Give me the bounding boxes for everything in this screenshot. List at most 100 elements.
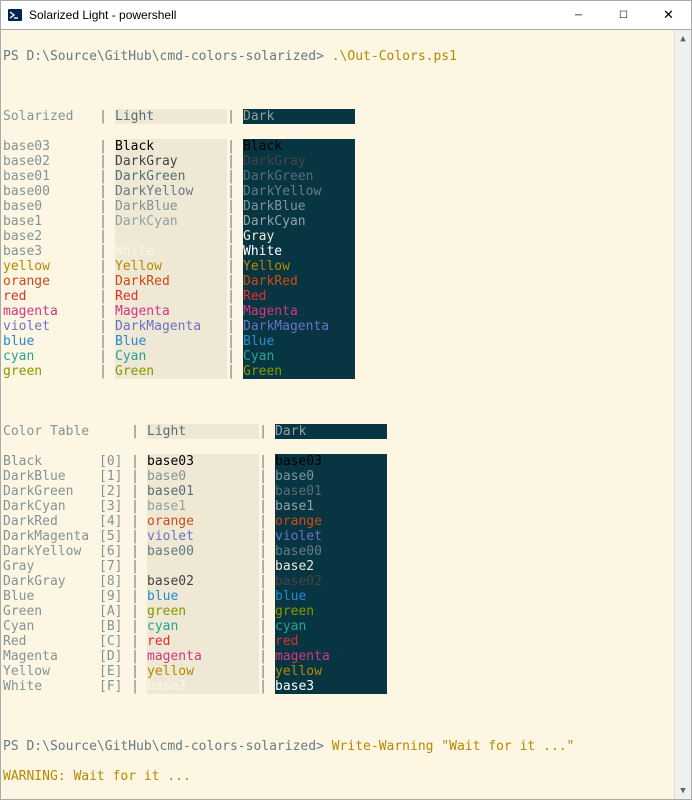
- color-name: magenta: [3, 304, 99, 319]
- color-table-row: Yellow[E]| yellow| yellow: [3, 664, 672, 679]
- dark-color: Green: [243, 364, 355, 379]
- header-solarized: Solarized: [3, 109, 99, 124]
- color-row: base0| DarkBlue| DarkBlue: [3, 199, 672, 214]
- color-name: DarkMagenta: [3, 529, 99, 544]
- color-table-row: Magenta[D]| magenta| magenta: [3, 649, 672, 664]
- dark-base: base1: [275, 499, 387, 514]
- color-name: base0: [3, 199, 99, 214]
- color-name: cyan: [3, 349, 99, 364]
- color-row: yellow| Yellow| Yellow: [3, 259, 672, 274]
- color-name: base01: [3, 169, 99, 184]
- color-name: Red: [3, 634, 99, 649]
- color-name: DarkYellow: [3, 544, 99, 559]
- powershell-icon: [7, 7, 23, 23]
- dark-base: red: [275, 634, 387, 649]
- warning-output: WARNING: Wait for it ...: [3, 769, 672, 784]
- color-row: base02| DarkGray| DarkGray: [3, 154, 672, 169]
- light-color: DarkCyan: [115, 214, 227, 229]
- dark-color: DarkGreen: [243, 169, 355, 184]
- color-row: blue| Blue| Blue: [3, 334, 672, 349]
- color-row: violet| DarkMagenta| DarkMagenta: [3, 319, 672, 334]
- terminal-output[interactable]: PS D:\Source\GitHub\cmd-colors-solarized…: [1, 30, 674, 799]
- dark-base: base01: [275, 484, 387, 499]
- color-name: Gray: [3, 559, 99, 574]
- light-color: Cyan: [115, 349, 227, 364]
- color-index: [E]: [99, 664, 131, 679]
- color-name: yellow: [3, 259, 99, 274]
- prompt: PS D:\Source\GitHub\cmd-colors-solarized…: [3, 49, 332, 64]
- header-dark: Dark: [243, 109, 355, 124]
- dark-color: DarkRed: [243, 274, 355, 289]
- dark-base: base3: [275, 679, 387, 694]
- color-name: Cyan: [3, 619, 99, 634]
- header-light: Light: [115, 109, 227, 124]
- color-table-row: DarkGreen[2]| base01| base01: [3, 484, 672, 499]
- dark-color: DarkBlue: [243, 199, 355, 214]
- scroll-track[interactable]: [675, 47, 691, 782]
- color-row: orange| DarkRed| DarkRed: [3, 274, 672, 289]
- light-color: Gray: [115, 229, 227, 244]
- light-base: yellow: [147, 664, 259, 679]
- dark-base: magenta: [275, 649, 387, 664]
- color-name: violet: [3, 319, 99, 334]
- color-index: [9]: [99, 589, 131, 604]
- color-table-row: DarkBlue[1]| base0| base0: [3, 469, 672, 484]
- light-color: Yellow: [115, 259, 227, 274]
- light-color: White: [115, 244, 227, 259]
- dark-color: Black: [243, 139, 355, 154]
- color-index: [F]: [99, 679, 131, 694]
- dark-base: green: [275, 604, 387, 619]
- color-row: base3| White| White: [3, 244, 672, 259]
- light-base: base2: [147, 559, 259, 574]
- light-base: orange: [147, 514, 259, 529]
- color-row: green| Green| Green: [3, 364, 672, 379]
- color-index: [D]: [99, 649, 131, 664]
- color-table-row: White[F]| base3| base3: [3, 679, 672, 694]
- light-color: DarkGreen: [115, 169, 227, 184]
- light-base: red: [147, 634, 259, 649]
- maximize-button[interactable]: ☐: [601, 1, 646, 30]
- dark-color: DarkYellow: [243, 184, 355, 199]
- color-name: green: [3, 364, 99, 379]
- color-name: base02: [3, 154, 99, 169]
- color-row: base03| Black| Black: [3, 139, 672, 154]
- window-titlebar[interactable]: Solarized Light - powershell ─ ☐ ✕: [0, 0, 692, 30]
- close-button[interactable]: ✕: [646, 1, 691, 30]
- dark-base: yellow: [275, 664, 387, 679]
- light-color: Blue: [115, 334, 227, 349]
- light-base: base00: [147, 544, 259, 559]
- color-name: DarkCyan: [3, 499, 99, 514]
- light-color: Green: [115, 364, 227, 379]
- color-table-row: DarkYellow[6]| base00| base00: [3, 544, 672, 559]
- color-index: [A]: [99, 604, 131, 619]
- color-row: base00| DarkYellow| DarkYellow: [3, 184, 672, 199]
- color-row: base2| Gray| Gray: [3, 229, 672, 244]
- light-base: base1: [147, 499, 259, 514]
- light-color: Red: [115, 289, 227, 304]
- dark-color: Gray: [243, 229, 355, 244]
- color-name: Black: [3, 454, 99, 469]
- light-color: Magenta: [115, 304, 227, 319]
- color-name: DarkRed: [3, 514, 99, 529]
- color-name: base1: [3, 214, 99, 229]
- minimize-button[interactable]: ─: [556, 1, 601, 30]
- color-name: DarkGray: [3, 574, 99, 589]
- color-row: red| Red| Red: [3, 289, 672, 304]
- light-color: DarkMagenta: [115, 319, 227, 334]
- color-table-row: DarkMagenta[5]| violet| violet: [3, 529, 672, 544]
- light-base: base03: [147, 454, 259, 469]
- color-table-row: Cyan[B]| cyan| cyan: [3, 619, 672, 634]
- light-base: cyan: [147, 619, 259, 634]
- color-row: base1| DarkCyan| DarkCyan: [3, 214, 672, 229]
- dark-base: base03: [275, 454, 387, 469]
- vertical-scrollbar[interactable]: ▲ ▼: [674, 30, 691, 799]
- color-index: [6]: [99, 544, 131, 559]
- light-base: blue: [147, 589, 259, 604]
- header-color-table: Color Table: [3, 424, 99, 439]
- color-name: blue: [3, 334, 99, 349]
- color-name: DarkGreen: [3, 484, 99, 499]
- color-name: base03: [3, 139, 99, 154]
- scroll-up-arrow[interactable]: ▲: [675, 30, 691, 47]
- color-index: [C]: [99, 634, 131, 649]
- scroll-down-arrow[interactable]: ▼: [675, 782, 691, 799]
